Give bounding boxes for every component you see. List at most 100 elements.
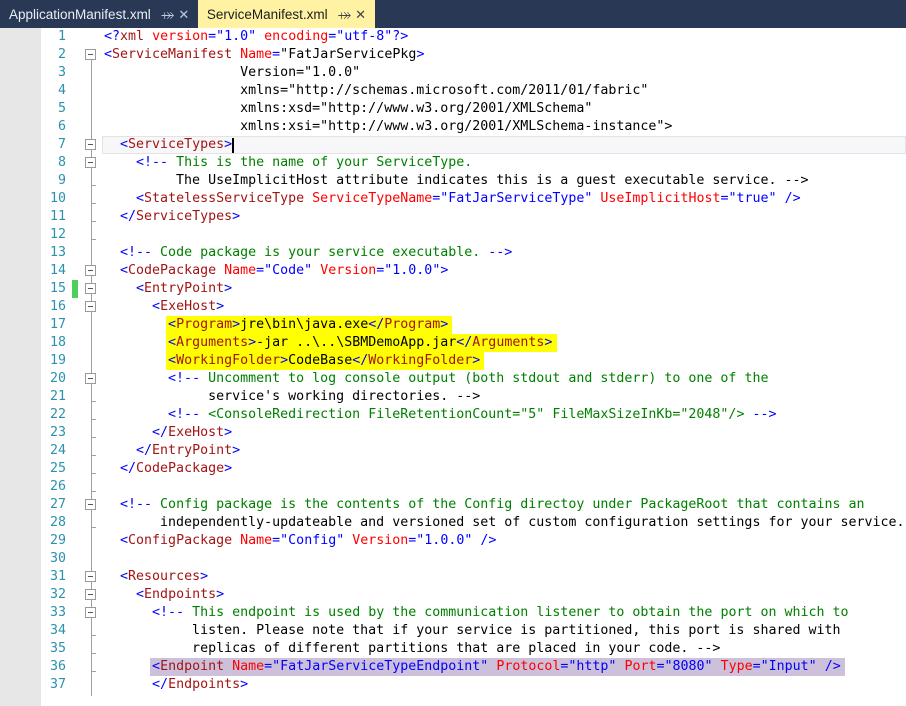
code-line[interactable]: 2 <ServiceManifest Name="FatJarServicePkg…: [0, 46, 906, 64]
line-content[interactable]: <Resources>: [104, 568, 208, 586]
line-number: 25: [49, 461, 66, 476]
code-line[interactable]: 7 <ServiceTypes>: [0, 136, 906, 154]
line-content[interactable]: service's working directories. -->: [104, 388, 480, 406]
line-number: 3: [57, 65, 66, 80]
line-content[interactable]: independently-updateable and versioned s…: [104, 514, 906, 532]
code-line[interactable]: 21 service's working directories. -->: [0, 388, 906, 406]
line-content[interactable]: <StatelessServiceType ServiceTypeName="F…: [104, 190, 801, 208]
line-number: 36: [49, 659, 66, 674]
line-content[interactable]: </EntryPoint>: [104, 442, 240, 460]
line-content[interactable]: replicas of different partitions that ar…: [104, 640, 720, 658]
code-line[interactable]: 17 <Program>jre\bin\java.exe</Program>: [0, 316, 906, 334]
line-content[interactable]: <!-- This is the name of your ServiceTyp…: [104, 154, 472, 172]
close-icon[interactable]: ✕: [354, 8, 368, 21]
line-number: 33: [49, 605, 66, 620]
code-line[interactable]: 10 <StatelessServiceType ServiceTypeName…: [0, 190, 906, 208]
line-content[interactable]: </Endpoints>: [104, 676, 248, 694]
code-line[interactable]: 22 <!-- <ConsoleRedirection FileRetentio…: [0, 406, 906, 424]
code-line[interactable]: 13 <!-- Code package is your service exe…: [0, 244, 906, 262]
line-content[interactable]: </ExeHost>: [104, 424, 232, 442]
code-line[interactable]: 29 <ConfigPackage Name="Config" Version=…: [0, 532, 906, 550]
code-line[interactable]: 19 <WorkingFolder>CodeBase</WorkingFolde…: [0, 352, 906, 370]
line-content[interactable]: <!-- <ConsoleRedirection FileRetentionCo…: [104, 406, 776, 424]
line-number: 22: [49, 407, 66, 422]
code-line[interactable]: 23 </ExeHost>: [0, 424, 906, 442]
line-number: 13: [49, 245, 66, 260]
line-content[interactable]: xmlns:xsi="http://www.w3.org/2001/XMLSch…: [104, 118, 672, 136]
code-line[interactable]: 11 </ServiceTypes>: [0, 208, 906, 226]
code-line[interactable]: 30: [0, 550, 906, 568]
line-content[interactable]: <Endpoint Name="FatJarServiceTypeEndpoin…: [104, 658, 841, 676]
code-line[interactable]: 5 xmlns:xsd="http://www.w3.org/2001/XMLS…: [0, 100, 906, 118]
code-line[interactable]: 1 <?xml version="1.0" encoding="utf-8"?>: [0, 28, 906, 46]
code-line[interactable]: 18 <Arguments>-jar ..\..\SBMDemoApp.jar<…: [0, 334, 906, 352]
line-content[interactable]: <ConfigPackage Name="Config" Version="1.…: [104, 532, 496, 550]
close-icon[interactable]: ✕: [177, 8, 191, 21]
line-number: 37: [49, 677, 66, 692]
code-line[interactable]: 3 Version="1.0.0": [0, 64, 906, 82]
line-number: 5: [57, 101, 66, 116]
line-content[interactable]: <!-- Uncomment to log console output (bo…: [104, 370, 768, 388]
tab-label: ApplicationManifest.xml: [9, 6, 151, 22]
code-line[interactable]: 20 <!-- Uncomment to log console output …: [0, 370, 906, 388]
line-number: 28: [49, 515, 66, 530]
line-content[interactable]: <ServiceTypes>: [104, 136, 232, 154]
line-content[interactable]: </ServiceTypes>: [104, 208, 240, 226]
code-line[interactable]: 16 <ExeHost>: [0, 298, 906, 316]
code-line[interactable]: 24 </EntryPoint>: [0, 442, 906, 460]
code-line[interactable]: 9 The UseImplicitHost attribute indicate…: [0, 172, 906, 190]
line-number: 2: [57, 47, 66, 62]
code-line[interactable]: 25 </CodePackage>: [0, 460, 906, 478]
code-line[interactable]: 8 <!-- This is the name of your ServiceT…: [0, 154, 906, 172]
line-content[interactable]: <Arguments>-jar ..\..\SBMDemoApp.jar</Ar…: [104, 334, 552, 352]
line-content[interactable]: xmlns:xsd="http://www.w3.org/2001/XMLSch…: [104, 100, 592, 118]
line-content[interactable]: Version="1.0.0": [104, 64, 360, 82]
line-number: 10: [49, 191, 66, 206]
editor-tab-bar: ApplicationManifest.xml ⤀ ✕ ServiceManif…: [0, 0, 906, 28]
line-content[interactable]: <ExeHost>: [104, 298, 224, 316]
line-number: 32: [49, 587, 66, 602]
line-number: 27: [49, 497, 66, 512]
code-line[interactable]: 15 <EntryPoint>: [0, 280, 906, 298]
code-line[interactable]: 6 xmlns:xsi="http://www.w3.org/2001/XMLS…: [0, 118, 906, 136]
code-line[interactable]: 12: [0, 226, 906, 244]
line-content[interactable]: The UseImplicitHost attribute indicates …: [104, 172, 808, 190]
line-content[interactable]: </CodePackage>: [104, 460, 232, 478]
code-line[interactable]: 4 xmlns="http://schemas.microsoft.com/20…: [0, 82, 906, 100]
tab-service-manifest[interactable]: ServiceManifest.xml ⤀ ✕: [197, 0, 375, 28]
code-line[interactable]: 28 independently-updateable and versione…: [0, 514, 906, 532]
code-line[interactable]: 31 <Resources>: [0, 568, 906, 586]
code-line[interactable]: 33 <!-- This endpoint is used by the com…: [0, 604, 906, 622]
line-content[interactable]: <!-- Config package is the contents of t…: [104, 496, 865, 514]
line-number: 24: [49, 443, 66, 458]
line-content[interactable]: listen. Please note that if your service…: [104, 622, 840, 640]
pin-icon[interactable]: ⤀: [338, 8, 352, 21]
code-line[interactable]: 35 replicas of different partitions that…: [0, 640, 906, 658]
line-content[interactable]: <ServiceManifest Name="FatJarServicePkg>: [104, 46, 424, 64]
code-line[interactable]: 34 listen. Please note that if your serv…: [0, 622, 906, 640]
line-content[interactable]: xmlns="http://schemas.microsoft.com/2011…: [104, 82, 648, 100]
line-content[interactable]: <Program>jre\bin\java.exe</Program>: [104, 316, 448, 334]
line-number: 20: [49, 371, 66, 386]
line-content[interactable]: <CodePackage Name="Code" Version="1.0.0"…: [104, 262, 448, 280]
code-line[interactable]: 32 <Endpoints>: [0, 586, 906, 604]
line-number: 1: [57, 29, 66, 44]
code-line[interactable]: 36 <Endpoint Name="FatJarServiceTypeEndp…: [0, 658, 906, 676]
code-line[interactable]: 14 <CodePackage Name="Code" Version="1.0…: [0, 262, 906, 280]
code-editor[interactable]: 1 <?xml version="1.0" encoding="utf-8"?> 2…: [0, 28, 906, 706]
line-number: 26: [49, 479, 66, 494]
code-line[interactable]: 27 <!-- Config package is the contents o…: [0, 496, 906, 514]
line-number: 4: [57, 83, 66, 98]
line-content[interactable]: <!-- Code package is your service execut…: [104, 244, 512, 262]
line-content[interactable]: <?xml version="1.0" encoding="utf-8"?>: [104, 28, 408, 46]
line-content[interactable]: <EntryPoint>: [104, 280, 232, 298]
line-content[interactable]: <!-- This endpoint is used by the commun…: [104, 604, 848, 622]
pin-icon[interactable]: ⤀: [161, 8, 175, 21]
code-line[interactable]: 26: [0, 478, 906, 496]
text-caret: [232, 138, 234, 153]
line-content[interactable]: <Endpoints>: [104, 586, 224, 604]
code-line[interactable]: 37 </Endpoints>: [0, 676, 906, 694]
line-content[interactable]: <WorkingFolder>CodeBase</WorkingFolder>: [104, 352, 480, 370]
tab-application-manifest[interactable]: ApplicationManifest.xml ⤀ ✕: [0, 0, 198, 28]
line-number: 16: [49, 299, 66, 314]
